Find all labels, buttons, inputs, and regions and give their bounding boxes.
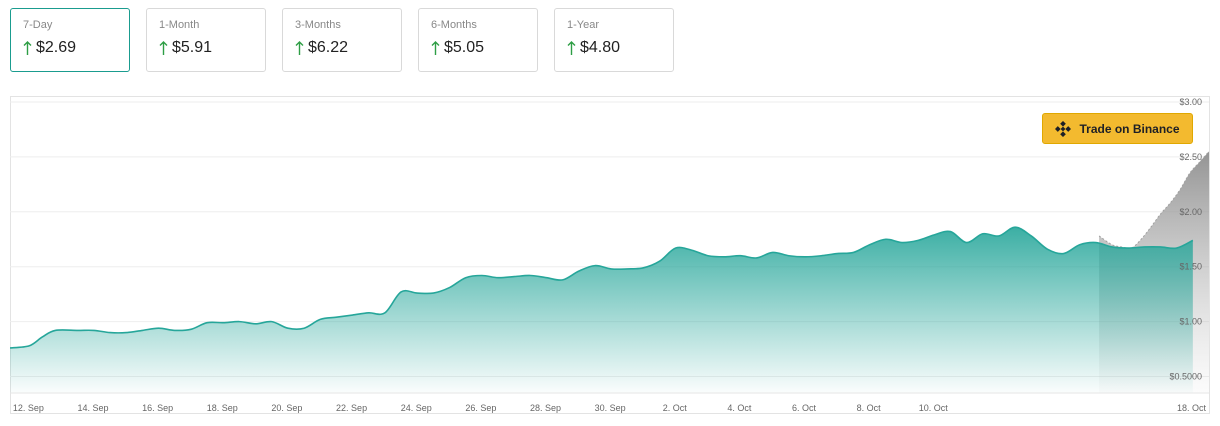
x-tick-label: 4. Oct — [727, 403, 752, 413]
x-tick-label: 14. Sep — [78, 403, 109, 413]
period-card-value-row: $6.22 — [295, 37, 389, 59]
x-tick-label: 6. Oct — [792, 403, 817, 413]
period-card-value: $5.91 — [172, 39, 213, 56]
trade-on-binance-label: Trade on Binance — [1079, 121, 1180, 136]
period-card-value-row: $5.91 — [159, 37, 253, 59]
period-card-label: 6-Months — [431, 19, 477, 31]
y-tick-label: $1.00 — [1179, 317, 1202, 327]
period-card-7-day[interactable]: 7-Day $2.69 — [10, 8, 130, 72]
arrow-up-icon — [567, 40, 576, 55]
arrow-up-icon — [159, 40, 168, 55]
period-card-value: $2.69 — [36, 39, 77, 56]
period-card-value-row: $4.80 — [567, 37, 661, 59]
x-tick-label: 22. Sep — [336, 403, 367, 413]
x-tick-label: 8. Oct — [857, 403, 882, 413]
binance-logo-icon — [1055, 120, 1072, 137]
period-card-1-month[interactable]: 1-Month $5.91 — [146, 8, 266, 72]
period-card-label: 7-Day — [23, 19, 53, 31]
period-card-6-months[interactable]: 6-Months $5.05 — [418, 8, 538, 72]
period-card-1-year[interactable]: 1-Year $4.80 — [554, 8, 674, 72]
x-tick-label: 10. Oct — [919, 403, 949, 413]
period-card-label: 1-Year — [567, 19, 600, 31]
y-tick-label: $2.50 — [1179, 152, 1202, 162]
period-card-value-row: $5.05 — [431, 37, 525, 59]
x-tick-label: 20. Sep — [271, 403, 302, 413]
period-card-value: $5.05 — [444, 39, 485, 56]
period-card-label: 3-Months — [295, 19, 341, 31]
y-tick-label: $2.00 — [1179, 207, 1202, 217]
y-tick-label: $1.50 — [1179, 262, 1202, 272]
x-tick-label: 18. Oct — [1177, 403, 1207, 413]
x-tick-label: 16. Sep — [142, 403, 173, 413]
period-card-value-row: $2.69 — [23, 37, 117, 59]
period-card-value: $4.80 — [580, 39, 621, 56]
x-tick-label: 2. Oct — [663, 403, 688, 413]
period-cards: 7-Day $2.69 1-Month $5.91 3-Months $6.22… — [10, 8, 674, 72]
arrow-up-icon — [295, 40, 304, 55]
y-tick-label: $0.5000 — [1169, 372, 1202, 382]
x-tick-label: 28. Sep — [530, 403, 561, 413]
period-card-value: $6.22 — [308, 39, 349, 56]
x-tick-label: 30. Sep — [595, 403, 626, 413]
price-chart[interactable]: $0.5000 $1.00 $1.50 $2.00 $2.50 $3.00 12. Sep 1… — [10, 96, 1210, 414]
x-tick-label: 26. Sep — [465, 403, 496, 413]
x-tick-label: 24. Sep — [401, 403, 432, 413]
arrow-up-icon — [23, 40, 32, 55]
period-card-label: 1-Month — [159, 19, 200, 31]
price-area — [10, 227, 1193, 393]
arrow-up-icon — [431, 40, 440, 55]
y-tick-label: $3.00 — [1179, 97, 1202, 107]
x-tick-label: 12. Sep — [13, 403, 44, 413]
trade-on-binance-button[interactable]: Trade on Binance — [1042, 113, 1193, 144]
period-card-3-months[interactable]: 3-Months $6.22 — [282, 8, 402, 72]
x-tick-label: 18. Sep — [207, 403, 238, 413]
